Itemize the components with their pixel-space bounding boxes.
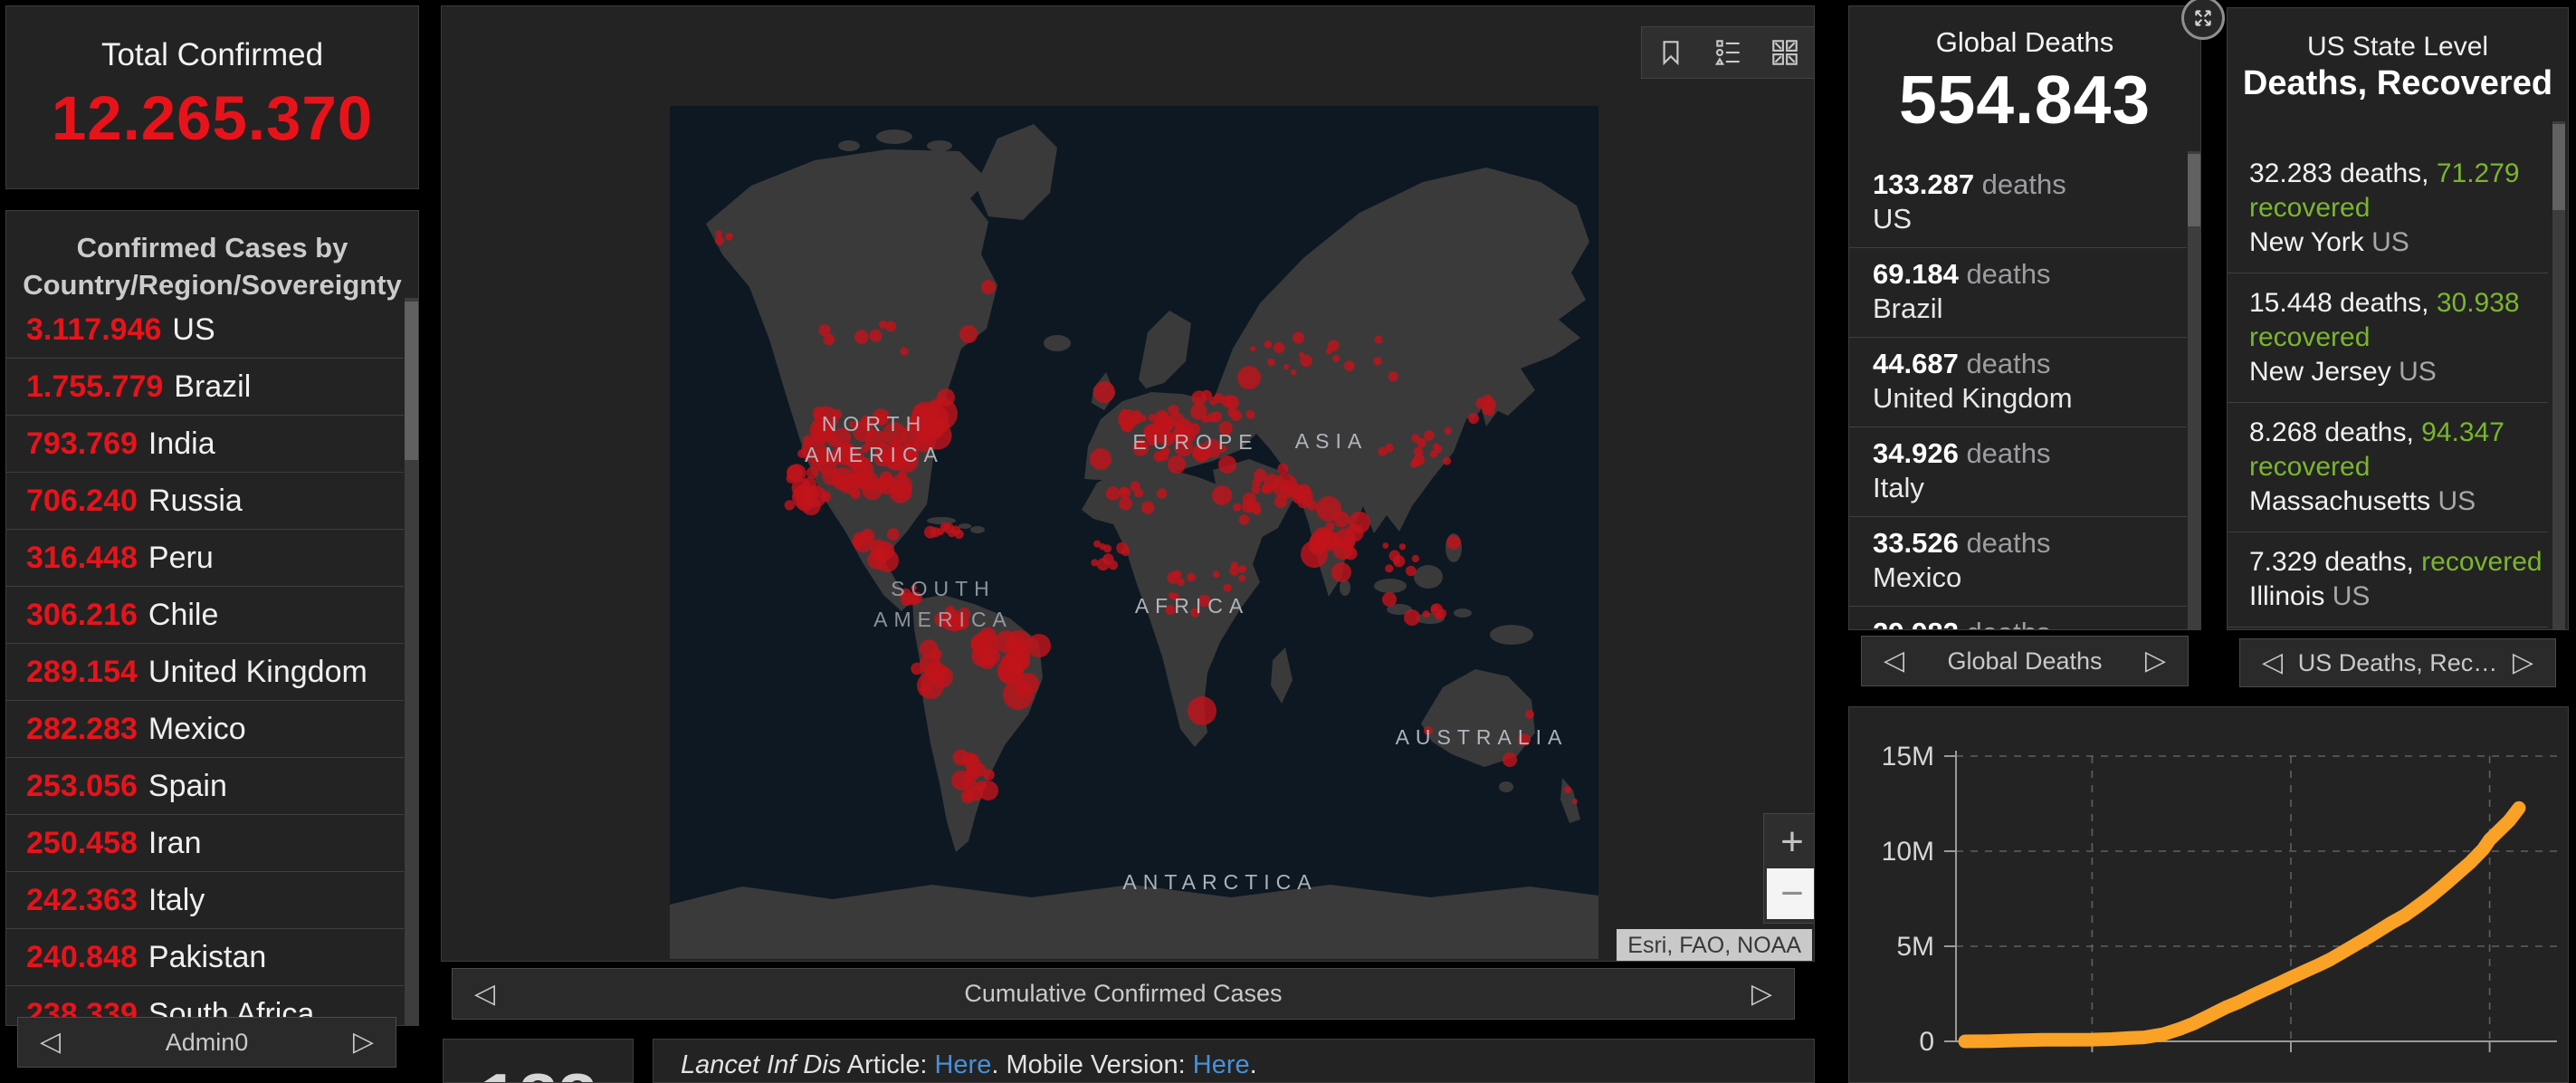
map-attribution: Esri, FAO, NOAA bbox=[1617, 929, 1812, 961]
basemap-gallery-icon[interactable] bbox=[1765, 33, 1805, 72]
list-item-russia[interactable]: 706.240 Russia bbox=[6, 473, 404, 530]
world-map[interactable]: NORTH AMERICA SOUTH AMERICA EUROPE ASIA AF… bbox=[670, 106, 1598, 959]
svg-text:5M: 5M bbox=[1896, 932, 1934, 962]
list-item-mexico-deaths[interactable]: 33.526 deaths Mexico bbox=[1849, 517, 2187, 607]
pager-next-icon[interactable]: ▷ bbox=[2513, 649, 2533, 676]
pager-label: Global Deaths bbox=[1947, 647, 2103, 675]
list-item-chile[interactable]: 306.216 Chile bbox=[6, 587, 404, 644]
list-item-mexico[interactable]: 282.283 Mexico bbox=[6, 701, 404, 758]
list-item-massachusetts[interactable]: 8.268 deaths, 94.347 recovered Massachus… bbox=[2228, 403, 2548, 532]
map-toolbar bbox=[1641, 26, 1814, 79]
list-item-california[interactable]: 6.859 deaths, recovered California US bbox=[2228, 628, 2548, 629]
panel-map: NORTH AMERICA SOUTH AMERICA EUROPE ASIA AF… bbox=[441, 5, 1815, 962]
list-item-brazil[interactable]: 1.755.779 Brazil bbox=[6, 359, 404, 416]
zoom-out-button[interactable]: − bbox=[1767, 868, 1814, 919]
country-list-scrollbar-thumb[interactable] bbox=[405, 302, 418, 460]
svg-text:0: 0 bbox=[1919, 1027, 1934, 1057]
legend-list-icon[interactable] bbox=[1708, 33, 1748, 72]
total-confirmed-title: Total Confirmed bbox=[100, 37, 324, 72]
panel-cumulative-chart: 05M10M15MΜάρΜάιΙούλ bbox=[1848, 706, 2569, 1083]
pager-prev-icon[interactable]: ◁ bbox=[1884, 647, 1904, 675]
list-item-us-deaths[interactable]: 133.287 deaths US bbox=[1849, 158, 2187, 248]
us-state-subtitle: Deaths, Recovered bbox=[2242, 64, 2553, 102]
total-confirmed-value: 12.265.370 bbox=[51, 83, 374, 153]
pager-prev-icon[interactable]: ◁ bbox=[2262, 649, 2283, 676]
mobile-version-link[interactable]: Here bbox=[1193, 1050, 1250, 1079]
us-state-title: US State Level bbox=[2306, 32, 2489, 62]
list-item-peru[interactable]: 316.448 Peru bbox=[6, 530, 404, 587]
svg-text:15M: 15M bbox=[1882, 742, 1934, 772]
list-item-illinois[interactable]: 7.329 deaths, recovered Illinois US bbox=[2228, 532, 2548, 628]
fullscreen-expand-icon[interactable] bbox=[2181, 0, 2225, 40]
pager-next-icon[interactable]: ▷ bbox=[353, 1029, 374, 1056]
list-item-new-york[interactable]: 32.283 deaths, 71.279 recovered New York… bbox=[2228, 144, 2548, 273]
country-list: 3.117.946 US 1.755.779 Brazil 793.769 India… bbox=[6, 302, 404, 1025]
panel-article-links: Lancet Inf Dis Article: Here. Mobile Ver… bbox=[653, 1039, 1815, 1083]
list-item-italy-deaths[interactable]: 34.926 deaths Italy bbox=[1849, 427, 2187, 517]
list-item-brazil-deaths[interactable]: 69.184 deaths Brazil bbox=[1849, 248, 2187, 338]
map-pager: ◁ Cumulative Confirmed Cases ▷ bbox=[452, 968, 1795, 1020]
svg-text:10M: 10M bbox=[1882, 837, 1934, 867]
countries-count-value: 188 bbox=[444, 1063, 633, 1082]
list-item-united-kingdom[interactable]: 289.154 United Kingdom bbox=[6, 644, 404, 701]
list-item-us[interactable]: 3.117.946 US bbox=[6, 302, 404, 359]
country-list-title: Confirmed Cases by Country/Region/Sovere… bbox=[23, 232, 402, 301]
pager-next-icon[interactable]: ▷ bbox=[2145, 647, 2166, 675]
list-item-france-deaths[interactable]: 29.982 deathsFrance bbox=[1849, 607, 2187, 629]
us-state-scrollbar-thumb[interactable] bbox=[2552, 124, 2565, 210]
bookmark-icon[interactable] bbox=[1651, 33, 1691, 72]
global-deaths-scrollbar-thumb[interactable] bbox=[2188, 154, 2200, 226]
pager-label: Admin0 bbox=[165, 1028, 249, 1056]
list-item-new-jersey[interactable]: 15.448 deaths, 30.938 recovered New Jers… bbox=[2228, 273, 2548, 403]
cumulative-chart[interactable]: 05M10M15MΜάρΜάιΙούλ bbox=[1849, 707, 2569, 1083]
list-item-spain[interactable]: 253.056 Spain bbox=[6, 758, 404, 815]
panel-total-confirmed: Total Confirmed 12.265.370 bbox=[5, 5, 419, 189]
pager-label: Cumulative Confirmed Cases bbox=[964, 980, 1283, 1007]
pager-label: US Deaths, Rec… bbox=[2297, 648, 2498, 676]
global-deaths-value: 554.843 bbox=[1898, 62, 2151, 138]
map-zoom-control: + − bbox=[1763, 813, 1814, 924]
article-journal: Lancet Inf Dis bbox=[681, 1050, 842, 1079]
pager-prev-icon[interactable]: ◁ bbox=[474, 980, 495, 1008]
list-item-iran[interactable]: 250.458 Iran bbox=[6, 815, 404, 872]
global-deaths-list: 133.287 deaths US 69.184 deaths Brazil 44.… bbox=[1849, 158, 2187, 629]
list-item-italy[interactable]: 242.363 Italy bbox=[6, 872, 404, 929]
pager-global-deaths: ◁ Global Deaths ▷ bbox=[1861, 636, 2189, 686]
list-item-uk-deaths[interactable]: 44.687 deaths United Kingdom bbox=[1849, 338, 2187, 427]
world-map-svg bbox=[670, 124, 1598, 959]
pager-us-state: ◁ US Deaths, Rec… ▷ bbox=[2239, 638, 2556, 687]
article-line: Lancet Inf Dis Article: Here. Mobile Ver… bbox=[681, 1050, 1257, 1079]
global-deaths-title: Global Deaths bbox=[1935, 26, 2114, 58]
panel-global-deaths: Global Deaths 554.843 133.287 deaths US 6… bbox=[1848, 5, 2201, 630]
pager-prev-icon[interactable]: ◁ bbox=[40, 1029, 61, 1056]
pager-next-icon[interactable]: ▷ bbox=[1751, 980, 1772, 1008]
panel-countries-count: 188 bbox=[443, 1039, 634, 1083]
zoom-in-button[interactable]: + bbox=[1767, 817, 1814, 867]
panel-us-state-level: US State Level Deaths, Recovered 32.283 … bbox=[2227, 7, 2569, 630]
list-item-pakistan[interactable]: 240.848 Pakistan bbox=[6, 929, 404, 986]
us-state-list: 32.283 deaths, 71.279 recovered New York… bbox=[2228, 144, 2552, 629]
list-item-india[interactable]: 793.769 India bbox=[6, 416, 404, 473]
pager-admin0: ◁ Admin0 ▷ bbox=[17, 1017, 396, 1068]
panel-confirmed-by-country: Confirmed Cases by Country/Region/Sovere… bbox=[5, 210, 419, 1026]
article-link[interactable]: Here bbox=[934, 1050, 991, 1079]
